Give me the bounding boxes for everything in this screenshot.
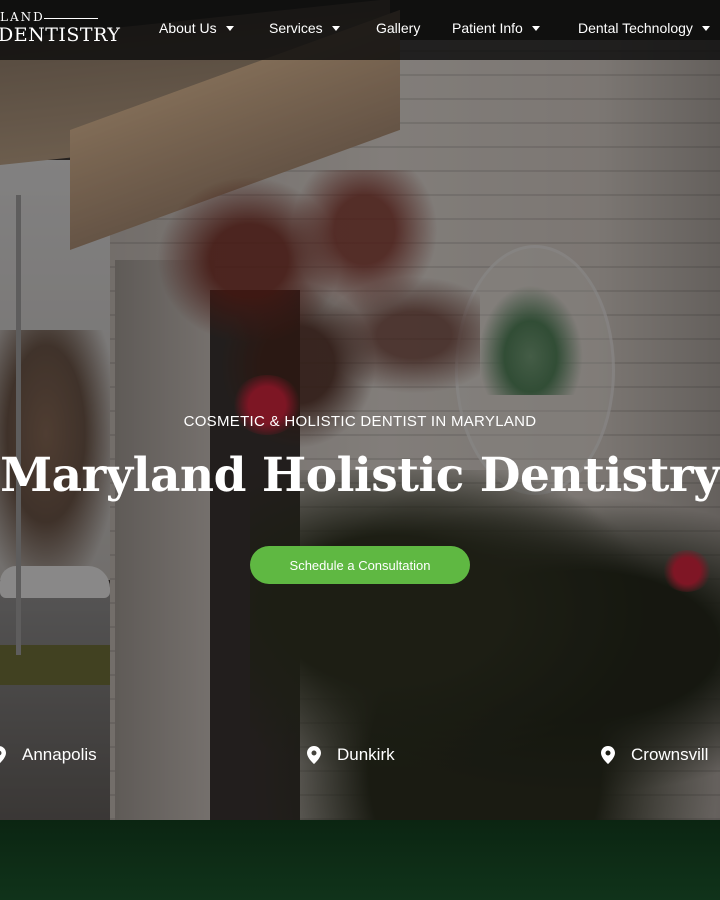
chevron-down-icon — [531, 25, 540, 31]
nav-item-dental-technology[interactable]: Dental Technology — [578, 20, 710, 36]
location-label: Crownsvill — [631, 745, 709, 764]
chevron-down-icon — [331, 25, 340, 31]
nav-item-label: Services — [269, 20, 323, 36]
map-pin-icon — [307, 746, 321, 764]
chevron-down-icon — [225, 25, 234, 31]
nav-item-gallery[interactable]: Gallery — [376, 20, 420, 36]
site-header: LAND DENTISTRY About Us Services Gallery… — [0, 0, 720, 60]
location-annapolis[interactable]: Annapolis — [0, 745, 97, 765]
nav-item-label: Dental Technology — [578, 20, 693, 36]
schedule-consultation-button[interactable]: Schedule a Consultation — [250, 546, 470, 584]
nav-item-patient-info[interactable]: Patient Info — [452, 20, 540, 36]
nav-item-label: Patient Info — [452, 20, 523, 36]
hero-overlay — [0, 0, 720, 820]
chevron-down-icon — [701, 25, 710, 31]
map-pin-icon — [601, 746, 615, 764]
location-dunkirk[interactable]: Dunkirk — [307, 745, 395, 765]
main-nav: About Us Services Gallery Patient Info D… — [0, 0, 720, 60]
map-pin-icon — [0, 746, 6, 764]
hero-background-image — [0, 0, 720, 820]
nav-item-label: Gallery — [376, 20, 421, 36]
nav-item-services[interactable]: Services — [269, 20, 340, 36]
next-section-band — [0, 820, 720, 900]
location-label: Annapolis — [22, 745, 97, 764]
location-label: Dunkirk — [337, 745, 395, 764]
hero-kicker: COSMETIC & HOLISTIC DENTIST IN MARYLAND — [183, 413, 537, 430]
location-crownsville[interactable]: Crownsvill — [601, 745, 708, 765]
nav-item-label: About Us — [159, 20, 217, 36]
nav-item-about-us[interactable]: About Us — [159, 20, 234, 36]
hero-title: Maryland Holistic Dentistry — [0, 448, 720, 503]
